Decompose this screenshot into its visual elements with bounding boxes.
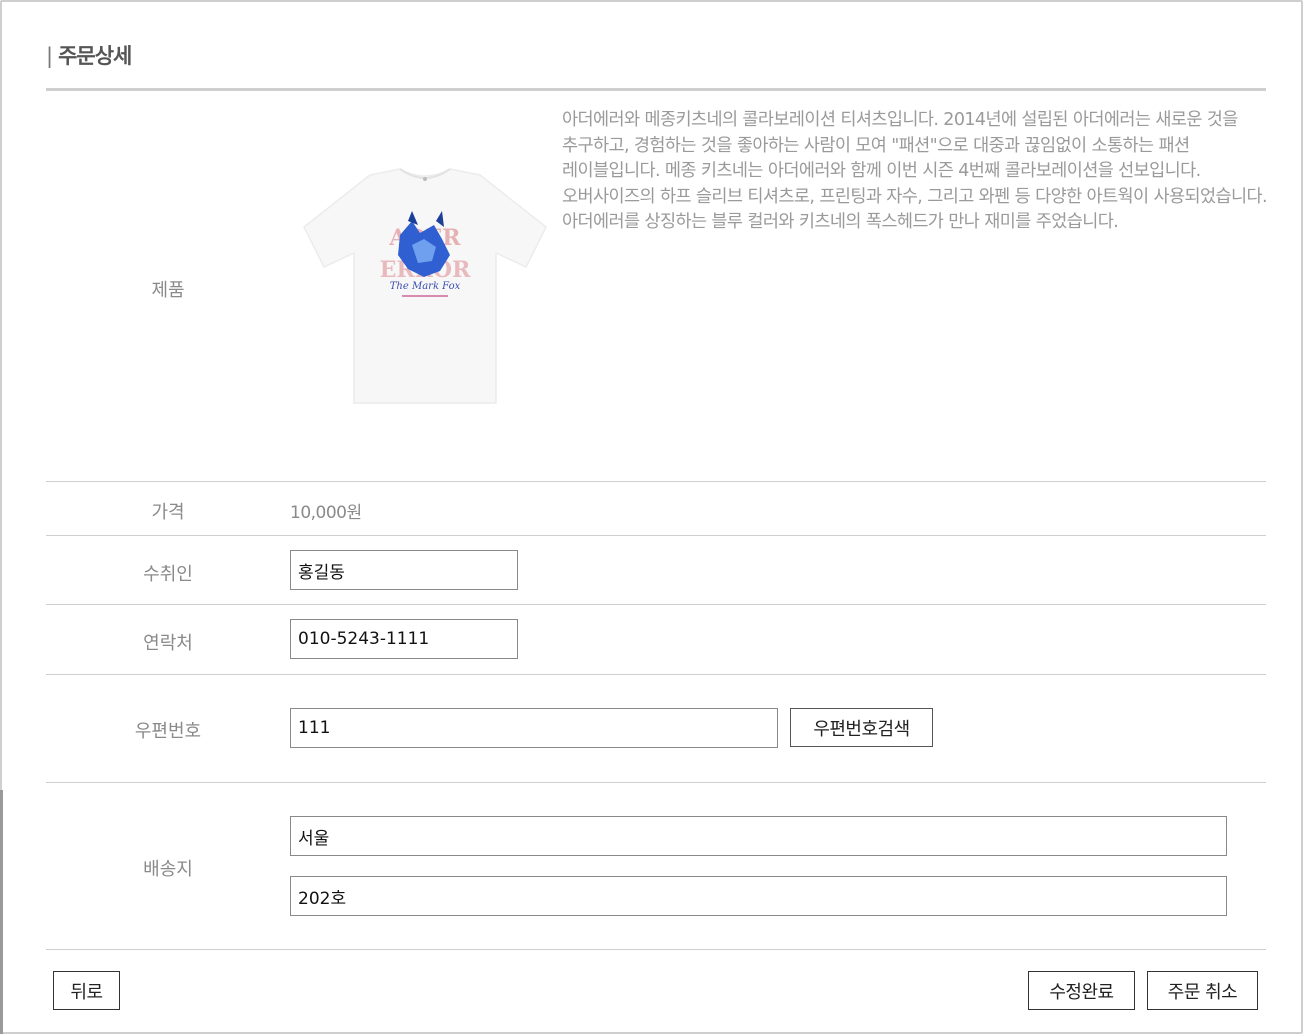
- price-value: 10,000원: [290, 503, 362, 523]
- window-edge: [0, 790, 3, 1034]
- phone-label: 연락처: [143, 633, 193, 654]
- title-bar: |: [46, 44, 53, 68]
- product-label: 제품: [151, 280, 185, 301]
- zipcode-input[interactable]: [290, 708, 778, 748]
- zipcode-label: 우편번호: [134, 721, 202, 742]
- back-button[interactable]: 뒤로: [53, 971, 120, 1010]
- row-divider: [46, 782, 1266, 783]
- zipcode-search-button[interactable]: 우편번호검색: [790, 708, 933, 747]
- cancel-order-button[interactable]: 주문 취소: [1147, 971, 1258, 1010]
- address-label: 배송지: [143, 859, 193, 880]
- recipient-label: 수취인: [143, 564, 193, 585]
- row-divider: [46, 604, 1266, 605]
- phone-input[interactable]: [290, 619, 518, 659]
- title-divider: [46, 88, 1266, 91]
- svg-text:The Mark Fox: The Mark Fox: [390, 281, 461, 292]
- row-divider: [46, 481, 1266, 482]
- product-image: ADER ERROR The Mark Fox: [303, 168, 547, 404]
- product-description: 아더에러와 메종키츠네의 콜라보레이션 티셔츠입니다. 2014년에 설립된 아…: [562, 110, 1268, 232]
- row-divider: [46, 674, 1266, 675]
- page-title-text: 주문상세: [58, 44, 132, 68]
- page-title: | 주문상세: [46, 40, 132, 70]
- row-divider: [46, 949, 1266, 950]
- price-label: 가격: [151, 502, 185, 523]
- tshirt-icon: ADER ERROR The Mark Fox: [303, 168, 547, 404]
- address-line1-input[interactable]: [290, 816, 1227, 856]
- save-button[interactable]: 수정완료: [1028, 971, 1135, 1010]
- row-divider: [46, 535, 1266, 536]
- address-line2-input[interactable]: [290, 876, 1227, 916]
- recipient-input[interactable]: [290, 550, 518, 590]
